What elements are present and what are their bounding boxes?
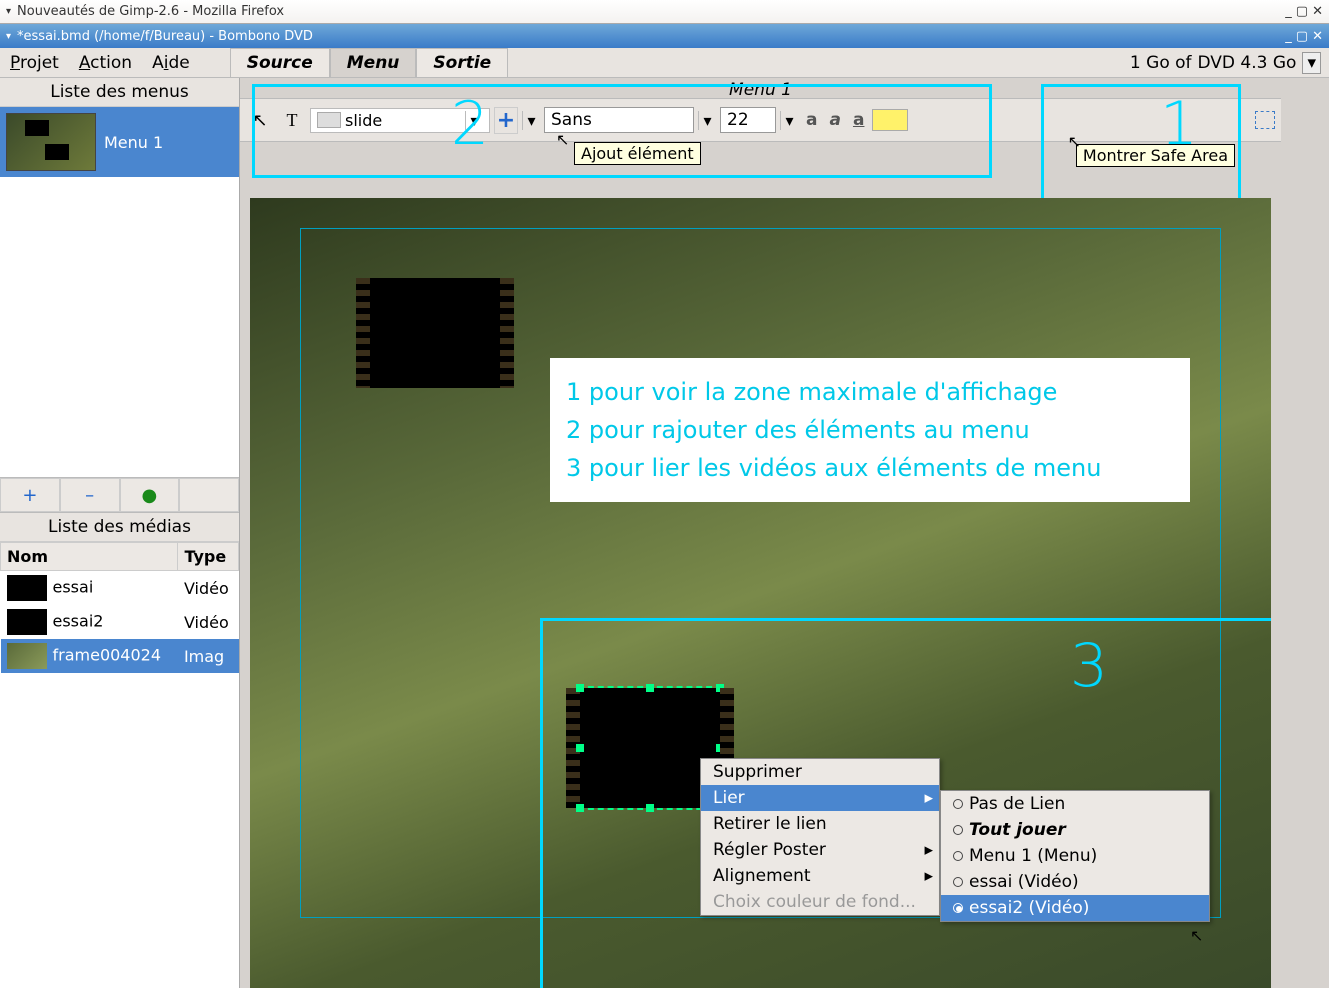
left-panel: Liste des menus Menu 1 + – ● Liste des m… [0,78,240,988]
tab-menu[interactable]: Menu [330,48,417,77]
firefox-titlebar: ▾ Nouveautés de Gimp-2.6 - Mozilla Firef… [0,0,1329,24]
disc-capacity: 1 Go of DVD 4.3 Go ▾ [1130,52,1329,74]
firefox-title: Nouveautés de Gimp-2.6 - Mozilla Firefox [17,4,284,19]
link-option[interactable]: essai (Vidéo) [941,869,1209,895]
media-row[interactable]: frame004024 Imag [1,639,239,673]
col-type[interactable]: Type [178,543,239,571]
link-option[interactable]: Pas de Lien [941,791,1209,817]
window-menu-icon[interactable]: ▾ [6,6,11,17]
media-panel-title: Liste des médias [0,513,239,542]
menu-item-label: Menu 1 [104,133,163,152]
ctx-lier[interactable]: Lier▸ [701,785,939,811]
menu-buttons-row: + – ● [0,477,239,513]
annotation-line: 2 pour rajouter des éléments au menu [566,416,1174,444]
menubar: PProjetrojet ActionAction AideAide Sourc… [0,48,1329,78]
ctx-supprimer[interactable]: Supprimer [701,759,939,785]
menu-canvas[interactable]: 1 pour voir la zone maximale d'affichage… [250,198,1271,988]
media-row[interactable]: essai2 Vidéo [1,605,239,639]
media-name: essai [53,578,94,597]
close-icon[interactable]: ✕ [1312,4,1323,19]
remove-menu-button[interactable]: – [60,478,120,512]
app-titlebar: ▾ *essai.bmd (/home/f/Bureau) - Bombono … [0,24,1329,48]
app-title: *essai.bmd (/home/f/Bureau) - Bombono DV… [17,29,313,44]
minimize-icon[interactable]: _ [1285,29,1292,44]
tooltip-safe-area: Montrer Safe Area [1076,144,1235,167]
ctx-regler-poster[interactable]: Régler Poster▸ [701,837,939,863]
tooltip-add-element: Ajout élément [574,142,701,165]
media-thumb-icon [7,609,47,635]
col-name[interactable]: Nom [1,543,178,571]
link-option[interactable]: Tout jouer [941,817,1209,843]
editor-area: Menu 1 ↖ T slide ▾ + ▾ ▾ ▾ a a a 2 [240,78,1281,988]
annotation-number-3: 3 [1070,631,1108,701]
annotation-line: 3 pour lier les vidéos aux éléments de m… [566,454,1174,482]
menu-aide[interactable]: AideAide [142,49,200,77]
safe-area-toggle-icon[interactable] [1255,111,1275,129]
media-row[interactable]: essai Vidéo [1,571,239,606]
right-gutter [1281,78,1329,988]
firefox-window-controls[interactable]: _ ▢ ✕ [1281,4,1323,19]
submenu-arrow-icon: ▸ [924,788,933,808]
media-thumb-icon [7,575,47,601]
submenu-arrow-icon: ▸ [924,840,933,860]
menu-element-clip[interactable] [370,278,500,388]
media-type: Vidéo [178,571,239,606]
menu-thumbnail [6,113,96,171]
media-name: frame004024 [53,646,162,665]
menu-projet[interactable]: PProjetrojet [0,49,69,77]
maximize-icon[interactable]: ▢ [1296,29,1308,44]
app-window-controls[interactable]: _ ▢ ✕ [1281,29,1323,44]
close-icon[interactable]: ✕ [1312,29,1323,44]
menu-element-clip-selected[interactable] [580,688,720,808]
add-menu-button[interactable]: + [0,478,60,512]
menu-action[interactable]: ActionAction [69,49,142,77]
window-menu-icon[interactable]: ▾ [6,31,11,42]
ctx-retirer-lien[interactable]: Retirer le lien [701,811,939,837]
disc-used: 1 Go of [1130,53,1192,73]
context-submenu-lier[interactable]: Pas de Lien Tout jouer Menu 1 (Menu) ess… [940,790,1210,922]
minimize-icon[interactable]: _ [1285,4,1292,19]
disc-dropdown[interactable]: ▾ [1302,52,1321,74]
media-type: Imag [178,639,239,673]
annotation-line: 1 pour voir la zone maximale d'affichage [566,378,1174,406]
maximize-icon[interactable]: ▢ [1296,4,1308,19]
disc-total: DVD 4.3 Go [1198,53,1297,73]
link-option-selected[interactable]: essai2 (Vidéo) [941,895,1209,921]
menu-list-item[interactable]: Menu 1 [0,107,239,177]
submenu-arrow-icon: ▸ [924,866,933,886]
link-option[interactable]: Menu 1 (Menu) [941,843,1209,869]
spacer-button [179,478,239,512]
context-menu[interactable]: Supprimer Lier▸ Retirer le lien Régler P… [700,758,940,916]
media-type: Vidéo [178,605,239,639]
tab-source[interactable]: Source [230,48,330,77]
annotation-text-box: 1 pour voir la zone maximale d'affichage… [550,358,1190,502]
menus-panel-title: Liste des menus [0,78,239,107]
ctx-alignement[interactable]: Alignement▸ [701,863,939,889]
media-name: essai2 [53,612,104,631]
tab-sortie[interactable]: Sortie [416,48,508,77]
menus-list[interactable]: Menu 1 [0,107,239,477]
media-thumb-icon [7,643,47,669]
record-button[interactable]: ● [120,478,180,512]
ctx-couleur-fond: Choix couleur de fond... [701,889,939,915]
media-list[interactable]: NomType essai Vidéo essai2 Vidéo frame0040… [0,542,239,988]
annotation-number-2: 2 [451,89,489,159]
